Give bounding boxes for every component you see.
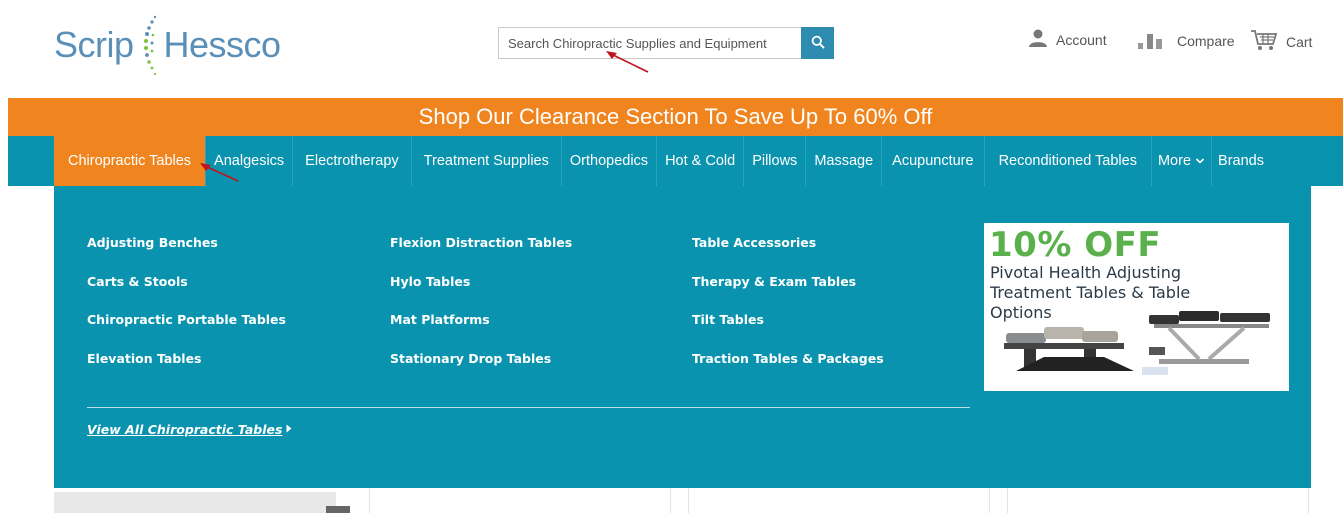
compare-link[interactable]: Compare <box>1137 28 1235 53</box>
nav-item-reconditioned-tables[interactable]: Reconditioned Tables <box>985 136 1152 186</box>
chevron-down-icon <box>1195 153 1205 169</box>
menu-link-stationary-drop-tables[interactable]: Stationary Drop Tables <box>390 352 572 391</box>
mega-menu-column-1: Adjusting Benches Carts & Stools Chiropr… <box>87 236 286 391</box>
menu-link-chiropractic-portable-tables[interactable]: Chiropractic Portable Tables <box>87 313 286 352</box>
main-nav: Chiropractic Tables Analgesics Electroth… <box>8 136 1343 186</box>
compare-icon <box>1137 28 1169 53</box>
menu-link-elevation-tables[interactable]: Elevation Tables <box>87 352 286 391</box>
search-icon <box>811 35 825 52</box>
mega-menu-column-2: Flexion Distraction Tables Hylo Tables M… <box>390 236 572 391</box>
sidebar-panel-partial <box>54 492 336 513</box>
cart-icon <box>1250 28 1278 55</box>
compare-label: Compare <box>1177 32 1235 49</box>
menu-link-carts-stools[interactable]: Carts & Stools <box>87 274 286 314</box>
menu-link-hylo-tables[interactable]: Hylo Tables <box>390 274 572 314</box>
cart-label: Cart <box>1286 33 1313 50</box>
menu-link-tilt-tables[interactable]: Tilt Tables <box>692 313 884 352</box>
account-label: Account <box>1056 31 1107 48</box>
nav-item-pillows[interactable]: Pillows <box>744 136 807 186</box>
menu-link-flexion-distraction-tables[interactable]: Flexion Distraction Tables <box>390 236 572 275</box>
logo-text-right: Hessco <box>163 24 282 65</box>
pivotal-health-promo-ad[interactable]: 10% OFF Pivotal Health Adjusting Treatme… <box>984 223 1289 391</box>
nav-item-acupuncture[interactable]: Acupuncture <box>882 136 985 186</box>
nav-item-orthopedics[interactable]: Orthopedics <box>562 136 658 186</box>
menu-link-traction-tables-packages[interactable]: Traction Tables & Packages <box>692 352 884 391</box>
view-all-chiropractic-tables-link[interactable]: View All Chiropractic Tables <box>87 422 292 437</box>
product-card-partial-1 <box>369 488 671 513</box>
ad-headline: 10% OFF <box>989 225 1162 265</box>
search-button[interactable] <box>801 27 834 59</box>
menu-link-table-accessories[interactable]: Table Accessories <box>692 236 884 275</box>
search-bar <box>498 27 834 59</box>
nav-item-chiropractic-tables[interactable]: Chiropractic Tables <box>54 136 207 186</box>
search-input[interactable] <box>498 27 801 59</box>
view-all-label: View All Chiropractic Tables <box>87 422 283 437</box>
nav-item-treatment-supplies[interactable]: Treatment Supplies <box>412 136 562 186</box>
adjusting-tables-image <box>984 301 1289 391</box>
logo-text-left: Scrip <box>54 24 134 65</box>
product-card-partial-3 <box>1007 488 1309 513</box>
cart-link[interactable]: Cart <box>1250 28 1312 55</box>
user-icon <box>1028 28 1048 51</box>
chiropractic-tables-mega-menu: Adjusting Benches Carts & Stools Chiropr… <box>54 186 1311 488</box>
nav-item-brands[interactable]: Brands <box>1212 136 1270 186</box>
nav-item-massage[interactable]: Massage <box>806 136 883 186</box>
product-card-partial-2 <box>688 488 990 513</box>
caret-right-icon <box>286 424 292 436</box>
nav-more-label: More <box>1157 153 1192 169</box>
menu-link-therapy-exam-tables[interactable]: Therapy & Exam Tables <box>692 274 884 314</box>
menu-link-adjusting-benches[interactable]: Adjusting Benches <box>87 236 286 275</box>
account-link[interactable]: Account <box>1028 28 1107 51</box>
site-logo[interactable]: Scrip Hessco <box>54 12 281 78</box>
mega-menu-divider <box>87 407 970 408</box>
nav-item-more[interactable]: More <box>1152 136 1213 186</box>
mega-menu-column-3: Table Accessories Therapy & Exam Tables … <box>692 236 884 391</box>
sidebar-toggle-partial[interactable] <box>326 506 350 513</box>
clearance-promo-banner[interactable]: Shop Our Clearance Section To Save Up To… <box>8 98 1343 136</box>
nav-item-hot-cold[interactable]: Hot & Cold <box>657 136 745 186</box>
menu-link-mat-platforms[interactable]: Mat Platforms <box>390 313 572 352</box>
nav-item-electrotherapy[interactable]: Electrotherapy <box>293 136 412 186</box>
logo-dots-icon <box>136 13 162 77</box>
nav-item-analgesics[interactable]: Analgesics <box>206 136 294 186</box>
